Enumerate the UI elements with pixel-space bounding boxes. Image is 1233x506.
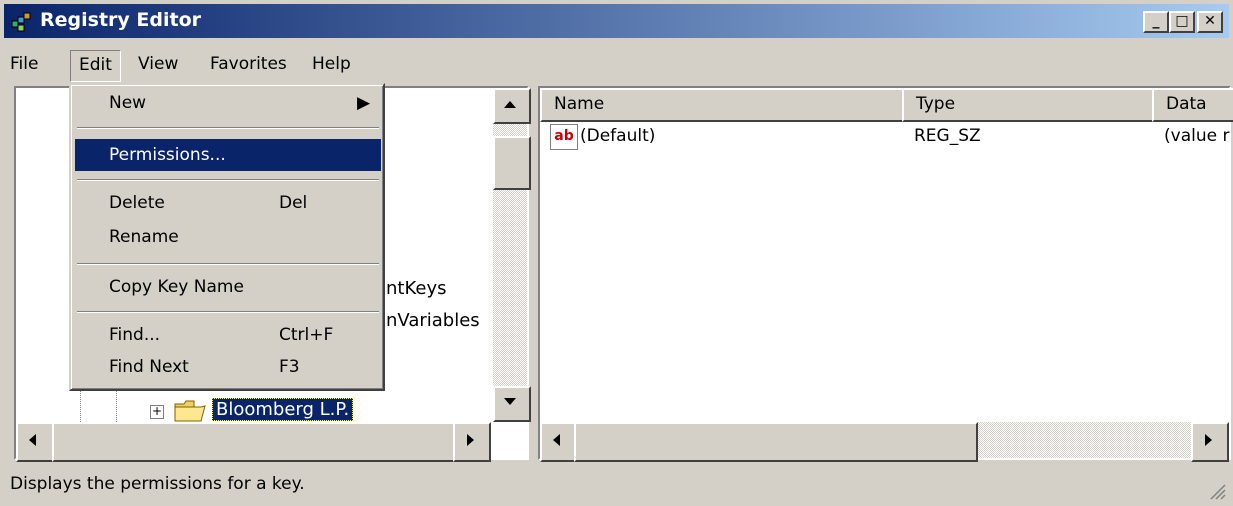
shortcut-label: Ctrl+F: [279, 325, 334, 345]
menu-separator: [77, 127, 379, 129]
value-name[interactable]: (Default): [580, 126, 655, 146]
window-title: Registry Editor: [40, 9, 201, 31]
minimize-button[interactable]: _: [1143, 11, 1169, 33]
status-text: Displays the permissions for a key.: [10, 474, 305, 494]
menu-help[interactable]: Help: [304, 50, 359, 80]
menu-item-new[interactable]: New ▶: [75, 87, 381, 119]
menu-favorites[interactable]: Favorites: [202, 50, 295, 80]
scroll-left-button[interactable]: [16, 422, 54, 462]
menu-view[interactable]: View: [130, 50, 186, 80]
column-header-type[interactable]: Type: [902, 88, 1168, 122]
menu-file[interactable]: File: [2, 50, 46, 80]
edit-dropdown-menu: New ▶ Permissions... Delete Del Rename C…: [69, 83, 385, 391]
scroll-thumb[interactable]: [574, 422, 978, 462]
column-header-name[interactable]: Name: [540, 88, 918, 122]
menu-item-copy-key-name[interactable]: Copy Key Name: [75, 271, 381, 303]
registry-editor-icon: [10, 9, 34, 33]
menu-separator: [77, 179, 379, 181]
menu-item-find[interactable]: Find... Ctrl+F: [75, 319, 381, 351]
menu-separator: [77, 311, 379, 313]
list-horizontal-scrollbar[interactable]: [540, 422, 1229, 462]
menu-item-find-next[interactable]: Find Next F3: [75, 351, 381, 383]
tree-horizontal-scrollbar[interactable]: [16, 422, 491, 462]
menu-item-label: Delete: [109, 193, 165, 213]
string-value-icon: ab: [550, 124, 578, 150]
tree-item-bloomberg[interactable]: Bloomberg L.P.: [212, 398, 354, 421]
close-button[interactable]: ✕: [1197, 11, 1223, 33]
menu-item-rename[interactable]: Rename: [75, 221, 381, 253]
column-header-data[interactable]: Data: [1152, 88, 1233, 122]
scroll-down-button[interactable]: [493, 386, 531, 422]
menu-item-delete[interactable]: Delete Del: [75, 187, 381, 219]
menu-item-label: New: [109, 93, 147, 113]
tree-item-partial[interactable]: ntKeys: [386, 278, 446, 299]
shortcut-label: F3: [279, 357, 300, 377]
title-bar: Registry Editor _ □ ✕: [4, 4, 1229, 38]
value-data: (value r: [1164, 126, 1230, 146]
maximize-button[interactable]: □: [1169, 11, 1195, 33]
scroll-thumb[interactable]: [52, 422, 460, 462]
scroll-right-button[interactable]: [1191, 422, 1229, 462]
menu-separator: [77, 263, 379, 265]
shortcut-label: Del: [279, 193, 308, 213]
menu-item-permissions[interactable]: Permissions...: [75, 139, 381, 171]
scroll-thumb[interactable]: [493, 136, 531, 190]
scroll-right-button[interactable]: [453, 422, 491, 462]
menu-item-label: Rename: [109, 227, 179, 247]
resize-grip-icon[interactable]: [1208, 482, 1226, 500]
menu-item-label: Copy Key Name: [109, 277, 244, 297]
submenu-arrow-icon: ▶: [357, 93, 371, 113]
value-type: REG_SZ: [914, 126, 981, 146]
expand-icon[interactable]: +: [150, 405, 164, 419]
tree-item-partial[interactable]: nVariables: [386, 310, 480, 331]
menu-item-label: Find Next: [109, 357, 189, 377]
tree-vertical-scrollbar[interactable]: [493, 88, 531, 422]
menu-edit[interactable]: Edit: [70, 50, 121, 82]
scroll-up-button[interactable]: [493, 88, 531, 124]
scroll-left-button[interactable]: [540, 422, 578, 462]
menu-item-label: Find...: [109, 325, 161, 345]
folder-open-icon: [174, 400, 206, 422]
value-list-pane[interactable]: Name Type Data ab (Default) REG_SZ (valu…: [538, 86, 1233, 462]
menu-item-label: Permissions...: [109, 145, 226, 165]
